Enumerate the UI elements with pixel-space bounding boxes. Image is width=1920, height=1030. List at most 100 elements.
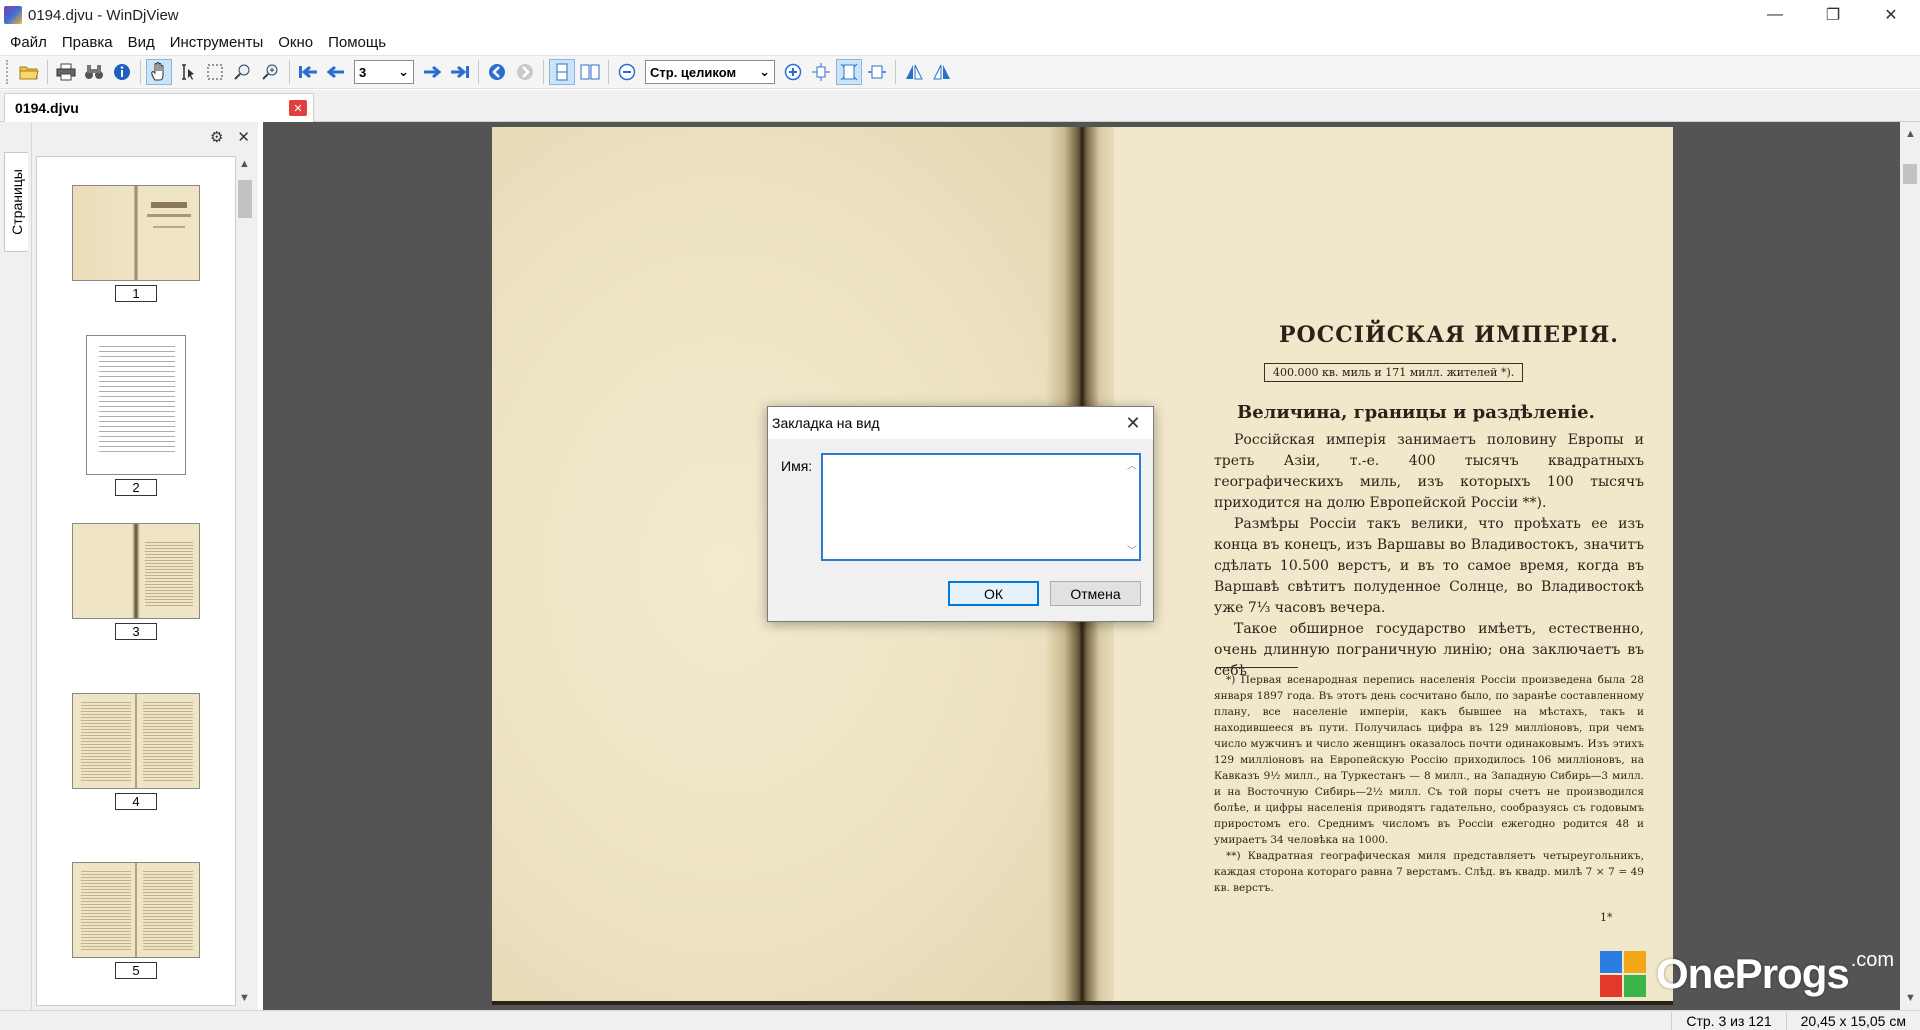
scroll-up-icon[interactable]: ▲ [1905,128,1916,140]
tab-pages[interactable]: Страницы [4,152,28,252]
fit-width-icon[interactable] [864,59,890,85]
toolbar-separator [47,60,48,84]
close-panel-icon[interactable]: ✕ [237,128,250,146]
restore-button[interactable]: ❐ [1804,0,1862,30]
close-tab-icon[interactable]: ✕ [289,100,307,116]
document-tab[interactable]: 0194.djvu ✕ [4,93,314,122]
toolbar-grip[interactable] [6,60,9,84]
first-page-icon[interactable] [295,59,321,85]
status-page-info: Стр. 3 из 121 [1671,1011,1785,1030]
toolbar-separator [140,60,141,84]
close-window-button[interactable]: ✕ [1862,0,1920,30]
document-tab-bar: 0194.djvu ✕ [0,90,1920,122]
thumbnail-page-2[interactable]: 2 [37,335,235,496]
page-heading: РОССІЙСКАЯ ИМПЕРІЯ. [1279,322,1619,348]
zoom-value: Стр. целиком [650,64,737,80]
page-edge [492,1001,1673,1005]
forward-icon[interactable] [512,59,538,85]
bookmark-dialog: Закладка на вид ✕ Имя: ︿ ﹀ ОК Отмена [767,406,1154,622]
thumbnail-page-3[interactable]: 3 [37,523,235,640]
minimize-button[interactable]: — [1746,0,1804,30]
zoom-tool-icon[interactable] [230,59,256,85]
status-page-size: 20,45 x 15,05 см [1785,1011,1920,1030]
menu-tools[interactable]: Инструменты [164,34,273,51]
dialog-title: Закладка на вид [772,415,880,431]
toolbar-separator [608,60,609,84]
toolbar-separator [895,60,896,84]
scrollbar-thumb[interactable] [1903,164,1917,184]
viewer-scrollbar[interactable]: ▲ ▼ [1900,122,1920,1010]
scroll-down-icon[interactable]: ﹀ [1127,542,1137,557]
window-controls: — ❐ ✕ [1746,0,1920,30]
fit-page-icon[interactable] [808,59,834,85]
scroll-up-icon[interactable]: ▲ [239,158,250,170]
previous-page-icon[interactable] [323,59,349,85]
dialog-close-icon[interactable]: ✕ [1113,407,1153,439]
menu-help[interactable]: Помощь [322,34,395,51]
cancel-button[interactable]: Отмена [1050,581,1141,606]
thumbnail-page-1[interactable]: 1 [37,185,235,302]
watermark-suffix: .com [1850,948,1895,971]
rotate-right-icon[interactable] [929,59,955,85]
title-bar: 0194.djvu - WinDjView — ❐ ✕ [0,0,1920,30]
footnote: *) Первая всенародная перепись населенія… [1214,674,1644,846]
zoom-out-icon[interactable] [614,59,640,85]
find-binoculars-icon[interactable] [81,59,107,85]
thumbnails-panel-header: ⚙ ✕ [32,122,258,152]
next-page-icon[interactable] [419,59,445,85]
printed-page-number: 1* [1600,911,1613,924]
menu-view[interactable]: Вид [122,34,164,51]
sidebar-tab-column: Страницы [0,122,32,1010]
tab-pages-label: Страницы [8,169,25,235]
chevron-down-icon: ⌄ [398,64,409,79]
text-select-icon[interactable] [174,59,200,85]
magnifier-icon[interactable] [258,59,284,85]
rect-select-icon[interactable] [202,59,228,85]
page-number-combo[interactable]: 3 ⌄ [354,60,414,84]
menu-file[interactable]: Файл [4,34,56,51]
menu-edit[interactable]: Правка [56,34,122,51]
oneprogs-logo-icon [1600,951,1646,997]
hand-tool-icon[interactable] [146,59,172,85]
toolbar-separator [543,60,544,84]
gear-icon[interactable]: ⚙ [210,128,223,146]
last-page-icon[interactable] [447,59,473,85]
zoom-in-icon[interactable] [780,59,806,85]
name-label: Имя: [781,458,813,474]
name-input-scrollbar[interactable]: ︿ ﹀ [1123,455,1141,559]
windjview-app-icon [4,6,22,24]
status-bar: Стр. 3 из 121 20,45 x 15,05 см [0,1010,1920,1030]
thumbnail-label: 1 [115,285,157,302]
footnote-divider [1216,667,1298,668]
thumbnail-label: 2 [115,479,157,496]
page-number-value: 3 [359,64,367,80]
thumbnail-scrollbar[interactable]: ▲ ▼ [236,156,254,1006]
thumbnail-image [72,523,200,619]
menu-window[interactable]: Окно [272,34,322,51]
thumbnail-image [72,185,200,281]
footnote: **) Квадратная географическая миля предс… [1214,850,1644,894]
toolbar-separator [478,60,479,84]
window-title: 0194.djvu - WinDjView [28,6,179,24]
facing-pages-icon[interactable] [577,59,603,85]
thumbnail-page-4[interactable]: 4 [37,693,235,810]
print-icon[interactable] [53,59,79,85]
info-icon[interactable] [109,59,135,85]
open-folder-icon[interactable] [16,59,42,85]
scroll-up-icon[interactable]: ︿ [1127,457,1137,472]
thumbnail-image [86,335,186,475]
back-icon[interactable] [484,59,510,85]
thumbnail-list[interactable]: 1 2 3 4 5 [36,156,236,1006]
rotate-left-icon[interactable] [901,59,927,85]
zoom-combo[interactable]: Стр. целиком ⌄ [645,60,775,84]
single-page-layout-icon[interactable] [549,59,575,85]
actual-size-icon[interactable] [836,59,862,85]
scrollbar-thumb[interactable] [238,180,252,218]
page-body: Россійская имперія занимаетъ половину Ев… [1214,430,1644,682]
thumbnail-page-5[interactable]: 5 [37,862,235,979]
thumbnail-label: 5 [115,962,157,979]
bookmark-name-input[interactable] [821,453,1141,561]
ok-button[interactable]: ОК [948,581,1039,606]
scroll-down-icon[interactable]: ▼ [1905,992,1916,1004]
scroll-down-icon[interactable]: ▼ [239,992,250,1004]
